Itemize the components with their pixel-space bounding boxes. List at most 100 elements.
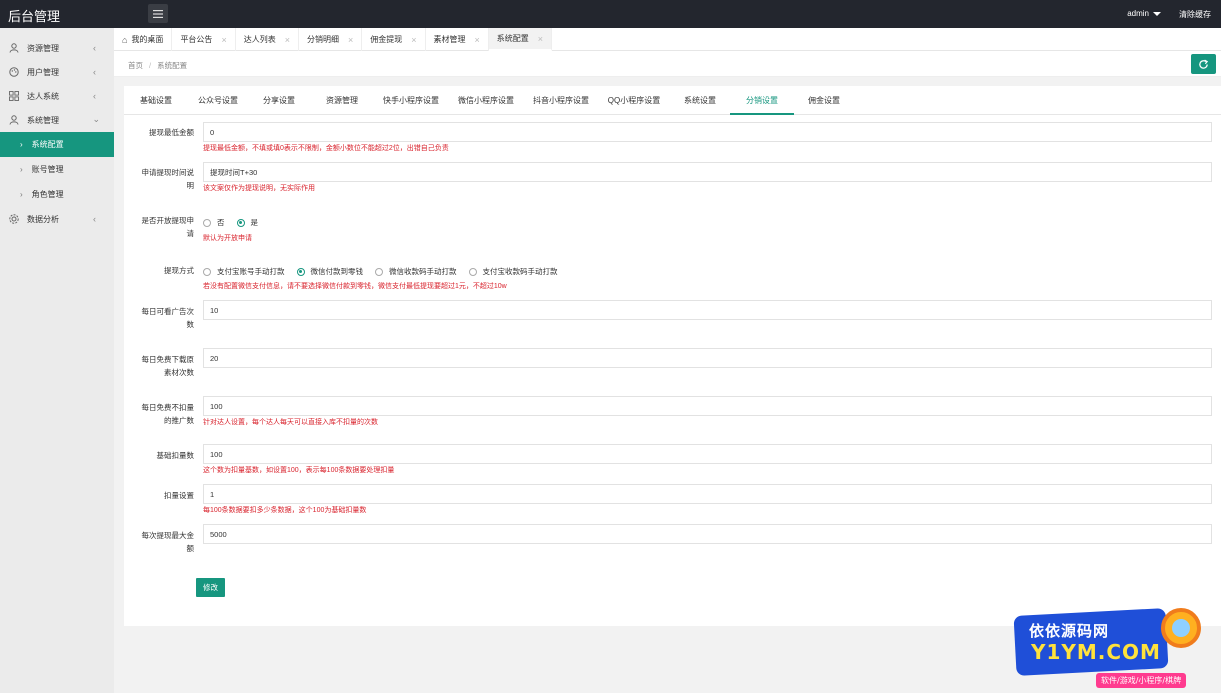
- tab-share-settings[interactable]: 分享设置: [259, 90, 299, 115]
- chevron-left-icon: ‹: [93, 91, 96, 101]
- field-hint: 该文案仅作为提现说明，无实际作用: [203, 185, 315, 192]
- clear-cache-link[interactable]: 清除缓存: [1179, 9, 1211, 20]
- chevron-right-icon: ›: [20, 190, 23, 199]
- min-withdraw-input[interactable]: [203, 122, 1212, 142]
- watermark-logo: 依依源码网 Y1YM.COM 软件/游戏/小程序/棋牌: [1001, 600, 1221, 693]
- radio-label: 是: [250, 218, 259, 227]
- field-label: 每日可看广告次数: [141, 307, 195, 329]
- tab-qq-miniapp[interactable]: QQ小程序设置: [606, 90, 662, 115]
- sidebar-subitem-roles[interactable]: › 角色管理: [0, 182, 114, 207]
- field-label: 申请提现时间说明: [141, 168, 195, 190]
- close-icon[interactable]: ×: [411, 35, 416, 45]
- sidebar-item-analytics[interactable]: 数据分析 ‹: [0, 207, 114, 231]
- no-deduct-input[interactable]: [203, 396, 1212, 416]
- user-icon: [9, 115, 19, 125]
- tab-distribution-settings[interactable]: 分销设置: [730, 90, 794, 115]
- radio-alipay-qr-manual[interactable]: 支付宝收款码手动打款: [468, 266, 558, 277]
- submit-button[interactable]: 修改: [196, 578, 225, 597]
- tab-desktop[interactable]: ⌂ 我的桌面: [114, 28, 173, 51]
- close-icon[interactable]: ×: [285, 35, 290, 45]
- max-withdraw-input[interactable]: [203, 524, 1212, 544]
- radio-checked-icon: [236, 218, 245, 227]
- radio-label: 支付宝账号手动打款: [217, 267, 285, 276]
- daily-downloads-input[interactable]: [203, 348, 1212, 368]
- tab-kuaishou-miniapp[interactable]: 快手小程序设置: [380, 90, 442, 115]
- field-hint: 针对达人设置，每个达人每天可以直接入库不扣量的次数: [203, 419, 378, 426]
- sidebar-subitem-accounts[interactable]: › 账号管理: [0, 157, 114, 182]
- field-label: 每日免费下载原素材次数: [141, 355, 195, 377]
- breadcrumb-bar: 首页 / 系统配置: [114, 51, 1221, 77]
- field-hint: 若没有配置微信支付信息，请不要选择微信付款到零钱，微信支付最低提现要超过1元，不…: [203, 283, 507, 290]
- tab-official-account[interactable]: 公众号设置: [194, 90, 242, 115]
- radio-label: 微信付款到零钱: [310, 267, 364, 276]
- close-icon[interactable]: ×: [221, 35, 226, 45]
- tab-resource-management[interactable]: 资源管理: [322, 90, 362, 115]
- tab-label: 我的桌面: [131, 35, 164, 44]
- breadcrumb: 首页 / 系统配置: [128, 61, 188, 70]
- tab-wechat-miniapp[interactable]: 微信小程序设置: [455, 90, 517, 115]
- base-deduct-input[interactable]: [203, 444, 1212, 464]
- radio-label: 否: [217, 218, 225, 227]
- radio-yes[interactable]: 是: [236, 217, 259, 228]
- field-hint: 提现最低金额，不填或填0表示不限制，金额小数位不能超过2位，出错自己负责: [203, 145, 449, 152]
- close-icon[interactable]: ×: [475, 35, 480, 45]
- tab-basic-settings[interactable]: 基础设置: [136, 90, 176, 115]
- chevron-left-icon: ‹: [93, 67, 96, 77]
- sidebar-subitem-label: 系统配置: [31, 140, 64, 149]
- tab-commission-withdraw[interactable]: 佣金提现 ×: [362, 28, 426, 51]
- tab-douyin-miniapp[interactable]: 抖音小程序设置: [530, 90, 592, 115]
- sidebar-item-users[interactable]: 用户管理 ‹: [0, 60, 114, 84]
- radio-wechat-balance[interactable]: 微信付款到零钱: [296, 266, 364, 277]
- withdraw-time-input[interactable]: [203, 162, 1212, 182]
- tab-distribution-detail[interactable]: 分销明细 ×: [299, 28, 363, 51]
- app-logo: 后台管理: [8, 9, 61, 24]
- field-label: 基础扣量数: [156, 451, 195, 460]
- breadcrumb-current: 系统配置: [157, 61, 188, 70]
- field-hint: 这个数为扣量基数，如设置100，表示每100条数据要处理扣量: [203, 467, 395, 474]
- daily-ads-input[interactable]: [203, 300, 1212, 320]
- sidebar-item-system[interactable]: 系统管理 ⌄: [0, 108, 114, 132]
- close-icon[interactable]: ×: [538, 34, 543, 44]
- sidebar-item-talent[interactable]: 达人系统 ‹: [0, 84, 114, 108]
- caret-down-icon: [1153, 11, 1161, 16]
- breadcrumb-home[interactable]: 首页: [128, 61, 143, 70]
- field-label: 每次提现最大金额: [141, 531, 195, 553]
- grid-icon: [9, 91, 19, 101]
- tab-announcements[interactable]: 平台公告 ×: [172, 28, 236, 51]
- sidebar-subitem-system-config[interactable]: › 系统配置: [0, 132, 114, 157]
- withdraw-method-radios: 支付宝账号手动打款 微信付款到零钱 微信收款码手动打款 支付宝收款码手动打款: [203, 266, 570, 277]
- chevron-left-icon: ‹: [93, 214, 96, 224]
- watermark-line3: 软件/游戏/小程序/棋牌: [1096, 673, 1187, 688]
- refresh-icon: [1199, 59, 1209, 69]
- refresh-button[interactable]: [1191, 54, 1216, 74]
- sidebar-item-label: 达人系统: [27, 91, 59, 101]
- open-withdraw-radios: 否 是: [203, 217, 270, 228]
- tab-talent-list[interactable]: 达人列表 ×: [236, 28, 299, 51]
- tab-label: 分销明细: [306, 35, 339, 44]
- tab-system-config[interactable]: 系统配置 ×: [488, 28, 553, 51]
- sidebar-item-label: 数据分析: [27, 214, 59, 224]
- field-label: 是否开放提现申请: [141, 216, 195, 238]
- tab-materials[interactable]: 素材管理 ×: [426, 28, 489, 51]
- deduct-setting-input[interactable]: [203, 484, 1212, 504]
- sidebar-item-resources[interactable]: 资源管理 ‹: [0, 36, 114, 60]
- menu-toggle-button[interactable]: [148, 4, 168, 23]
- tab-label: 平台公告: [180, 35, 213, 44]
- close-icon[interactable]: ×: [348, 35, 353, 45]
- tab-commission-settings[interactable]: 佣金设置: [804, 90, 844, 115]
- radio-no[interactable]: 否: [203, 217, 225, 228]
- chevron-down-icon: ⌄: [92, 114, 100, 124]
- tab-system-settings[interactable]: 系统设置: [680, 90, 720, 115]
- tab-label: 达人列表: [243, 35, 276, 44]
- top-bar: 后台管理 admin 清除缓存: [0, 0, 1221, 28]
- sidebar-item-label: 系统管理: [27, 115, 59, 125]
- magnifier-icon: [1161, 608, 1201, 648]
- sidebar-item-label: 资源管理: [27, 43, 59, 53]
- field-label: 每日免费不扣量的推广数: [141, 403, 195, 425]
- user-menu[interactable]: admin: [1127, 9, 1161, 20]
- sidebar-subitem-label: 账号管理: [31, 165, 64, 174]
- radio-circle-icon: [203, 267, 211, 276]
- tab-label: 素材管理: [433, 35, 466, 44]
- radio-alipay-manual[interactable]: 支付宝账号手动打款: [203, 266, 285, 277]
- radio-wechat-qr-manual[interactable]: 微信收款码手动打款: [375, 266, 457, 277]
